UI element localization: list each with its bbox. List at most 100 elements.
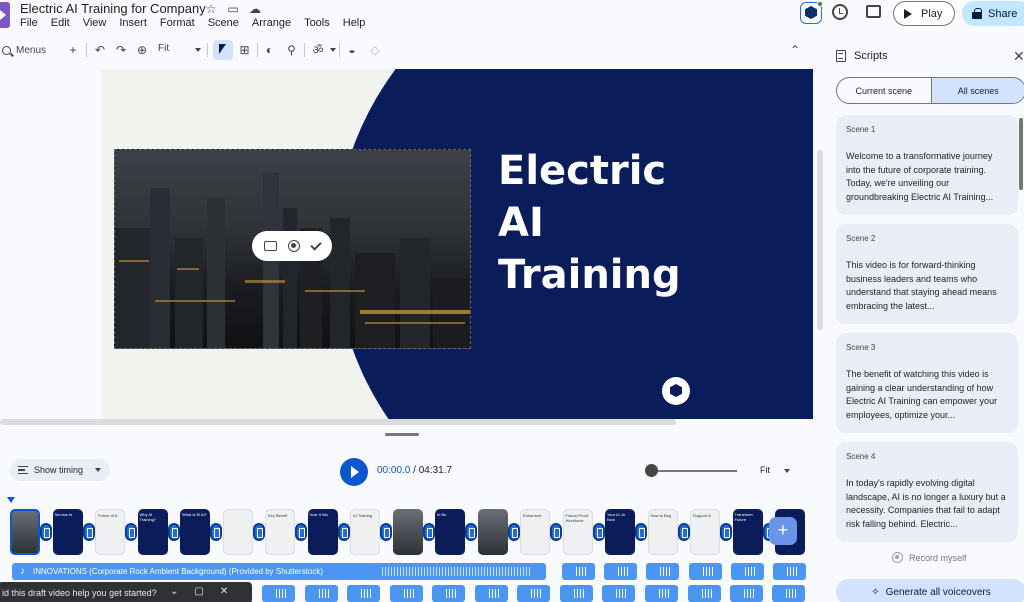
transition-icon[interactable]: [337, 523, 350, 541]
check-icon[interactable]: [309, 238, 322, 251]
voiceover-clip[interactable]: [262, 585, 295, 602]
script-text[interactable]: This video is for forward-thinking busin…: [846, 259, 1008, 313]
transition-icon[interactable]: [380, 523, 392, 541]
transition-icon[interactable]: [210, 523, 222, 541]
menu-insert[interactable]: Insert: [119, 17, 147, 29]
menu-file[interactable]: File: [20, 17, 38, 29]
script-card-scene-4[interactable]: Scene 4 In today's rapidly evolving digi…: [836, 442, 1018, 542]
script-text[interactable]: Welcome to a transformative journey into…: [846, 150, 1008, 204]
voiceover-clip[interactable]: [689, 563, 722, 580]
timeline-zoom-slider[interactable]: [652, 470, 737, 472]
scene-thumbnail[interactable]: In Bu: [435, 509, 465, 555]
script-text[interactable]: In today's rapidly evolving digital land…: [846, 477, 1008, 531]
chevron-down-icon[interactable]: [330, 48, 336, 52]
timeline-play-button[interactable]: [340, 458, 368, 486]
voiceover-clip[interactable]: [390, 585, 423, 602]
transition-icon[interactable]: [677, 523, 690, 541]
canvas-vertical-scrollbar[interactable]: [817, 150, 823, 330]
close-icon[interactable]: ✕: [220, 586, 228, 597]
menu-tools[interactable]: Tools: [304, 17, 330, 29]
scripts-scrollbar[interactable]: [1019, 118, 1023, 190]
voiceover-clip[interactable]: [645, 585, 678, 602]
scene-thumbnail[interactable]: Key Benefi: [265, 509, 295, 555]
scene-thumbnail[interactable]: AI Training: [350, 509, 380, 555]
tab-all-scenes[interactable]: All scenes: [930, 78, 1024, 103]
chevron-down-icon[interactable]: [195, 48, 201, 52]
scene-thumbnail[interactable]: How to Beg: [647, 509, 678, 555]
voiceover-clip[interactable]: [731, 563, 764, 580]
voiceover-clip[interactable]: [517, 585, 550, 602]
insert-textbox-icon[interactable]: ⊞: [238, 43, 251, 57]
version-history-icon[interactable]: [832, 4, 848, 20]
script-card-scene-2[interactable]: Scene 2 This video is for forward-thinki…: [836, 224, 1018, 324]
scene-thumbnail[interactable]: Enhanced: [520, 509, 550, 555]
menus-search[interactable]: Menus: [0, 40, 62, 60]
voiceover-clip[interactable]: [604, 563, 637, 580]
document-title[interactable]: Electric AI Training for Company: [20, 1, 206, 16]
voiceover-clip[interactable]: [730, 585, 763, 602]
menu-edit[interactable]: Edit: [51, 17, 70, 29]
transition-icon[interactable]: [550, 523, 562, 541]
canvas-horizontal-scrollbar[interactable]: [0, 419, 676, 425]
slide-canvas[interactable]: Electric AI Training: [102, 69, 813, 419]
vids-logo-icon[interactable]: [0, 2, 10, 28]
voiceover-clip[interactable]: [475, 585, 508, 602]
timeline-resize-handle[interactable]: [385, 433, 419, 436]
transition-icon[interactable]: [422, 523, 435, 541]
scene-thumbnail[interactable]: [477, 509, 508, 555]
redo-icon[interactable]: ↷: [115, 43, 127, 57]
scene-thumbnail[interactable]: Why AI Training?: [137, 509, 168, 555]
scene-thumbnail[interactable]: How It Wo: [307, 509, 338, 555]
collapse-chevron-icon[interactable]: ⌃: [789, 43, 801, 57]
menu-format[interactable]: Format: [160, 17, 195, 29]
transition-icon[interactable]: [167, 523, 180, 541]
transition-icon[interactable]: [82, 523, 95, 541]
scene-thumbnail[interactable]: Your AI Jo Now: [605, 509, 635, 555]
folder-icon[interactable]: ▭: [226, 2, 240, 16]
star-icon[interactable]: ☆: [204, 2, 218, 16]
voiceover-clip[interactable]: [602, 585, 635, 602]
play-button[interactable]: Play: [893, 1, 955, 26]
timeline-zoom-select[interactable]: Fit: [760, 465, 770, 475]
camera-swap-icon[interactable]: [263, 241, 277, 251]
scene-thumbnail[interactable]: Future-Proof Workforce: [562, 509, 593, 555]
voiceover-clip[interactable]: [560, 585, 593, 602]
voiceover-clip[interactable]: [773, 563, 806, 580]
open-icon[interactable]: ▢: [194, 586, 203, 597]
voiceover-clip[interactable]: [646, 563, 679, 580]
paint-format-icon[interactable]: ⚲: [285, 43, 298, 57]
record-icon[interactable]: [287, 240, 300, 252]
scene-thumbnail[interactable]: [222, 509, 253, 555]
transition-icon[interactable]: [720, 523, 732, 541]
chevron-down-icon[interactable]: [784, 469, 790, 473]
script-card-scene-1[interactable]: Scene 1 Welcome to a transformative jour…: [836, 115, 1018, 215]
cloud-icon[interactable]: ☁: [248, 2, 262, 16]
scene-thumbnail[interactable]: [392, 509, 423, 555]
menu-help[interactable]: Help: [343, 17, 366, 29]
transition-icon[interactable]: ॐ: [311, 43, 325, 57]
zoom-icon[interactable]: ⊕: [136, 43, 148, 57]
add-icon[interactable]: +: [67, 43, 79, 57]
thumbs-down-icon[interactable]: ⌄: [170, 586, 178, 597]
record-myself-button[interactable]: Record myself: [892, 552, 967, 563]
scene-thumbnail[interactable]: Future of A: [95, 509, 125, 555]
scene-thumbnail[interactable]: [10, 509, 40, 555]
slide-title[interactable]: Electric AI Training: [498, 145, 681, 301]
scene-thumbnail[interactable]: Service In: [52, 509, 83, 555]
zoom-select[interactable]: Fit: [158, 43, 169, 54]
menu-view[interactable]: View: [83, 17, 107, 29]
voiceover-clip[interactable]: [688, 585, 721, 602]
palette-icon[interactable]: ◐: [263, 43, 276, 57]
transition-icon[interactable]: [507, 523, 520, 541]
audio-track[interactable]: ♪ INNOVATIONS (Corporate Rock Ambient Ba…: [12, 563, 546, 580]
voiceover-clip[interactable]: [347, 585, 380, 602]
comment-icon[interactable]: [866, 5, 881, 18]
voiceover-clip[interactable]: [772, 585, 805, 602]
transition-icon[interactable]: [592, 523, 605, 541]
scene-thumbnail[interactable]: What is El AI?: [180, 509, 210, 555]
transition-icon[interactable]: [635, 523, 647, 541]
transition-icon[interactable]: [465, 523, 477, 541]
transition-icon[interactable]: [295, 523, 307, 541]
eraser-icon[interactable]: ◇: [369, 43, 381, 57]
voiceover-clip[interactable]: [432, 585, 465, 602]
